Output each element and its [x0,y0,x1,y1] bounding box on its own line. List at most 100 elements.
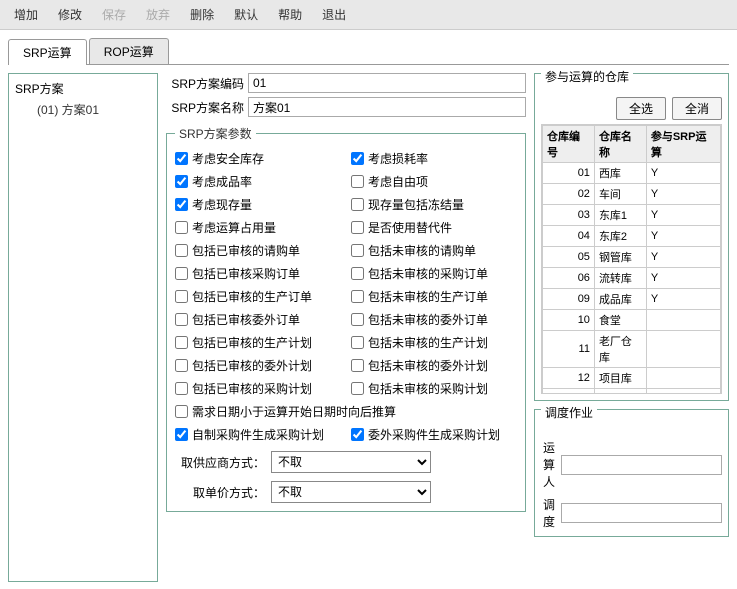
exit-button[interactable]: 退出 [316,4,352,25]
tree-item-01[interactable]: (01) 方案01 [13,99,153,120]
checkbox-1[interactable] [351,152,364,165]
check-22[interactable]: 需求日期小于运算开始日期时向后推算 [175,403,517,420]
checkbox-16[interactable] [175,336,188,349]
checkbox-19[interactable] [351,359,364,372]
supplier-select[interactable]: 不取 [271,451,431,473]
check-13[interactable]: 包括未审核的生产订单 [351,288,517,305]
add-button[interactable]: 增加 [8,4,44,25]
checkbox-9[interactable] [351,244,364,257]
table-row[interactable]: 03东库1Y [543,205,721,226]
dispatch-input[interactable] [561,503,722,523]
check-14[interactable]: 包括已审核委外订单 [175,311,341,328]
col-name[interactable]: 仓库名称 [594,126,646,163]
check-16[interactable]: 包括已审核的生产计划 [175,334,341,351]
checkbox-10[interactable] [175,267,188,280]
check-1[interactable]: 考虑损耗率 [351,150,517,167]
cell-srp [646,331,720,368]
dispatch-label: 调度 [541,496,555,530]
checkbox-23[interactable] [175,428,188,441]
table-row[interactable]: 11老厂仓库 [543,331,721,368]
check-15[interactable]: 包括未审核的委外订单 [351,311,517,328]
check-label-23: 自制采购件生成采购计划 [192,426,324,443]
checkbox-24[interactable] [351,428,364,441]
checkbox-22[interactable] [175,405,188,418]
check-label-0: 考虑安全库存 [192,150,264,167]
table-row[interactable]: 15外协 [543,389,721,395]
checkbox-11[interactable] [351,267,364,280]
check-17[interactable]: 包括未审核的生产计划 [351,334,517,351]
help-button[interactable]: 帮助 [272,4,308,25]
checkbox-13[interactable] [351,290,364,303]
edit-button[interactable]: 修改 [52,4,88,25]
check-11[interactable]: 包括未审核的采购订单 [351,265,517,282]
check-6[interactable]: 考虑运算占用量 [175,219,341,236]
checkbox-14[interactable] [175,313,188,326]
check-7[interactable]: 是否使用替代件 [351,219,517,236]
select-all-button[interactable]: 全选 [616,97,666,120]
unselect-all-button[interactable]: 全消 [672,97,722,120]
checkbox-18[interactable] [175,359,188,372]
checkbox-12[interactable] [175,290,188,303]
checkbox-3[interactable] [351,175,364,188]
check-label-16: 包括已审核的生产计划 [192,334,312,351]
code-input[interactable] [248,73,526,93]
table-row[interactable]: 10食堂 [543,310,721,331]
check-label-4: 考虑现存量 [192,196,252,213]
table-row[interactable]: 04东库2Y [543,226,721,247]
warehouse-table-wrap[interactable]: 仓库编号 仓库名称 参与SRP运算 01西库Y02车间Y03东库1Y04东库2Y… [541,124,722,394]
name-input[interactable] [248,97,526,117]
operator-input[interactable] [561,455,722,475]
checkbox-5[interactable] [351,198,364,211]
operator-label: 运算人 [541,439,555,490]
checkbox-20[interactable] [175,382,188,395]
check-21[interactable]: 包括未审核的采购计划 [351,380,517,397]
cell-code: 11 [543,331,595,368]
check-19[interactable]: 包括未审核的委外计划 [351,357,517,374]
check-2[interactable]: 考虑成品率 [175,173,341,190]
table-row[interactable]: 09成品库Y [543,289,721,310]
plan-tree[interactable]: SRP方案 (01) 方案01 [8,73,158,582]
checkbox-17[interactable] [351,336,364,349]
check-0[interactable]: 考虑安全库存 [175,150,341,167]
table-row[interactable]: 12项目库 [543,368,721,389]
tab-rop[interactable]: ROP运算 [89,38,169,64]
name-label: SRP方案名称 [166,99,244,116]
check-5[interactable]: 现存量包括冻结量 [351,196,517,213]
checkbox-4[interactable] [175,198,188,211]
check-24[interactable]: 委外采购件生成采购计划 [351,426,517,443]
checkbox-6[interactable] [175,221,188,234]
check-23[interactable]: 自制采购件生成采购计划 [175,426,341,443]
checkbox-15[interactable] [351,313,364,326]
check-8[interactable]: 包括已审核的请购单 [175,242,341,259]
check-4[interactable]: 考虑现存量 [175,196,341,213]
check-18[interactable]: 包括已审核的委外计划 [175,357,341,374]
col-code[interactable]: 仓库编号 [543,126,595,163]
checkbox-2[interactable] [175,175,188,188]
check-label-6: 考虑运算占用量 [192,219,276,236]
check-3[interactable]: 考虑自由项 [351,173,517,190]
col-srp[interactable]: 参与SRP运算 [646,126,720,163]
checkbox-7[interactable] [351,221,364,234]
check-12[interactable]: 包括已审核的生产订单 [175,288,341,305]
check-label-21: 包括未审核的采购计划 [368,380,488,397]
delete-button[interactable]: 删除 [184,4,220,25]
tab-bar: SRP运算 ROP运算 [8,38,729,65]
price-select[interactable]: 不取 [271,481,431,503]
checkbox-8[interactable] [175,244,188,257]
table-row[interactable]: 01西库Y [543,163,721,184]
check-label-24: 委外采购件生成采购计划 [368,426,500,443]
table-row[interactable]: 05钢管库Y [543,247,721,268]
checkbox-0[interactable] [175,152,188,165]
check-20[interactable]: 包括已审核的采购计划 [175,380,341,397]
checkbox-21[interactable] [351,382,364,395]
default-button[interactable]: 默认 [228,4,264,25]
check-10[interactable]: 包括已审核采购订单 [175,265,341,282]
warehouse-group: 参与运算的仓库 全选 全消 仓库编号 仓库名称 参与SRP运算 01西库Y02车… [534,73,729,401]
tree-root[interactable]: SRP方案 [13,78,153,99]
price-label: 取单价方式： [175,484,265,501]
params-fieldset: SRP方案参数 考虑安全库存考虑损耗率考虑成品率考虑自由项考虑现存量现存量包括冻… [166,125,526,512]
tab-srp[interactable]: SRP运算 [8,39,87,65]
check-9[interactable]: 包括未审核的请购单 [351,242,517,259]
table-row[interactable]: 02车间Y [543,184,721,205]
table-row[interactable]: 06流转库Y [543,268,721,289]
